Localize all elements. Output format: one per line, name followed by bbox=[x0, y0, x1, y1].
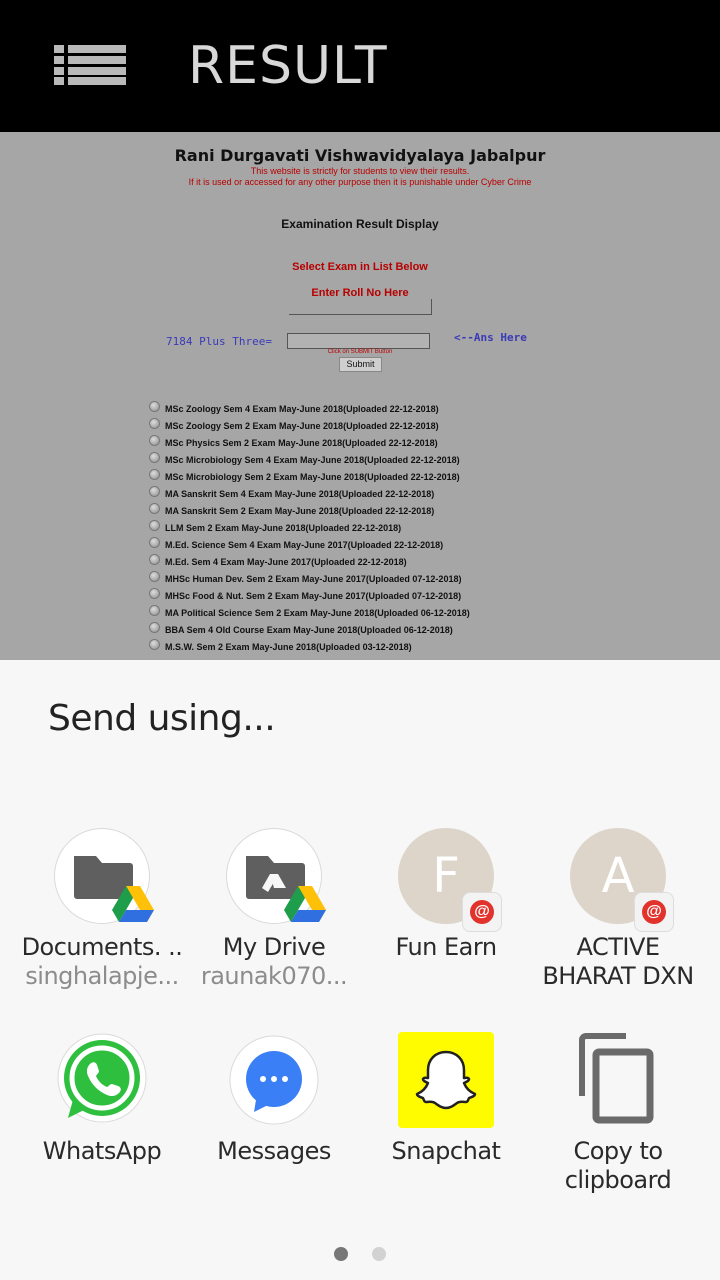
radio-button[interactable] bbox=[149, 639, 160, 650]
share-target-name-line2: BHARAT DXN bbox=[542, 962, 694, 990]
share-sheet-title: Send using... bbox=[48, 698, 276, 739]
exam-option[interactable]: LLM Sem 2 Exam May-June 2018(Uploaded 22… bbox=[149, 519, 549, 536]
exam-option[interactable]: MSc Physics Sem 2 Exam May-June 2018(Upl… bbox=[149, 434, 549, 451]
warning-line-1: This website is strictly for students to… bbox=[250, 166, 470, 176]
exam-option[interactable]: MA Sanskrit Sem 4 Exam May-June 2018(Upl… bbox=[149, 485, 549, 502]
exam-option-label: MSc Zoology Sem 2 Exam May-June 2018(Upl… bbox=[165, 421, 439, 431]
exam-option[interactable]: MSc Zoology Sem 4 Exam May-June 2018(Upl… bbox=[149, 400, 549, 417]
whatsapp-icon bbox=[54, 1032, 150, 1128]
radio-button[interactable] bbox=[149, 622, 160, 633]
share-target-name: ACTIVE bbox=[576, 933, 660, 961]
exam-option-label: MHSc Human Dev. Sem 2 Exam May-June 2017… bbox=[165, 574, 462, 584]
captcha-question: 7184 Plus Three= bbox=[166, 335, 272, 348]
share-target-snapchat[interactable]: Snapchat bbox=[360, 1032, 532, 1172]
page-indicator-active[interactable] bbox=[334, 1247, 348, 1261]
share-target-name: WhatsApp bbox=[42, 1137, 162, 1165]
exam-option-label: MHSc Food & Nut. Sem 2 Exam May-June 201… bbox=[165, 591, 462, 601]
share-target-account: singhalapje... bbox=[25, 962, 179, 990]
warning-line-2: If it is used or accessed for any other … bbox=[188, 177, 532, 187]
exam-option-label: MA Political Science Sem 2 Exam May-June… bbox=[165, 608, 470, 618]
exam-option[interactable]: M.Ed. Sem 4 Exam May-June 2017(Uploaded … bbox=[149, 553, 549, 570]
menu-list-icon[interactable] bbox=[54, 45, 126, 85]
email-badge-icon: @ bbox=[462, 892, 502, 932]
google-drive-folder-icon bbox=[54, 828, 154, 924]
exam-option[interactable]: MSc Microbiology Sem 4 Exam May-June 201… bbox=[149, 451, 549, 468]
google-drive-shared-folder-icon bbox=[226, 828, 326, 924]
radio-button[interactable] bbox=[149, 588, 160, 599]
submit-button[interactable]: Submit bbox=[339, 357, 382, 372]
exam-option[interactable]: MA Political Science Sem 2 Exam May-June… bbox=[149, 604, 549, 621]
share-target-name: Messages bbox=[217, 1137, 331, 1165]
share-target-documents[interactable]: Documents. .. singhalapje... bbox=[16, 828, 188, 998]
exam-option[interactable]: M.Ed. Science Sem 4 Exam May-June 2017(U… bbox=[149, 536, 549, 553]
contact-avatar: F @ bbox=[398, 828, 502, 932]
exam-option-label: M.S.W. Sem 2 Exam May-June 2018(Uploaded… bbox=[165, 642, 412, 652]
exam-option[interactable]: MSc Microbiology Sem 2 Exam May-June 201… bbox=[149, 468, 549, 485]
exam-option[interactable]: MSc Zoology Sem 2 Exam May-June 2018(Upl… bbox=[149, 417, 549, 434]
radio-button[interactable] bbox=[149, 503, 160, 514]
share-target-name-line2: clipboard bbox=[564, 1166, 672, 1194]
radio-button[interactable] bbox=[149, 435, 160, 446]
exam-option-label: LLM Sem 2 Exam May-June 2018(Uploaded 22… bbox=[165, 523, 402, 533]
radio-button[interactable] bbox=[149, 401, 160, 412]
exam-option[interactable]: MHSc Human Dev. Sem 2 Exam May-June 2017… bbox=[149, 570, 549, 587]
radio-button[interactable] bbox=[149, 571, 160, 582]
university-title: Rani Durgavati Vishwavidyalaya Jabalpur bbox=[174, 146, 546, 165]
share-target-messages[interactable]: Messages bbox=[188, 1032, 360, 1172]
exam-option[interactable]: BBA Sem 4 Old Course Exam May-June 2018(… bbox=[149, 621, 549, 638]
exam-option-label: M.Ed. Science Sem 4 Exam May-June 2017(U… bbox=[165, 540, 444, 550]
share-target-whatsapp[interactable]: WhatsApp bbox=[16, 1032, 188, 1172]
share-target-copy-to-clipboard[interactable]: Copy to clipboard bbox=[532, 1032, 704, 1194]
share-target-name: My Drive bbox=[222, 933, 326, 961]
share-target-my-drive[interactable]: My Drive raunak070... bbox=[188, 828, 360, 998]
exam-option[interactable]: M.S.W. Sem 2 Exam May-June 2018(Uploaded… bbox=[149, 638, 549, 655]
share-sheet: Send using... Documents. .. singhalapje.… bbox=[0, 660, 720, 1280]
share-target-fun-earn[interactable]: F @ Fun Earn bbox=[360, 828, 532, 998]
contact-avatar: A @ bbox=[570, 828, 674, 932]
share-target-name: Snapchat bbox=[391, 1137, 501, 1165]
exam-option-label: MSc Microbiology Sem 2 Exam May-June 201… bbox=[165, 472, 460, 482]
radio-button[interactable] bbox=[149, 554, 160, 565]
roll-no-label: Enter Roll No Here bbox=[311, 287, 409, 299]
page-indicator[interactable] bbox=[372, 1247, 386, 1261]
share-target-account: raunak070... bbox=[200, 962, 348, 990]
share-target-name: Copy to bbox=[573, 1137, 663, 1165]
messages-icon bbox=[226, 1032, 322, 1128]
share-target-name: Documents. .. bbox=[21, 933, 183, 961]
exam-option-label: MA Sanskrit Sem 4 Exam May-June 2018(Upl… bbox=[165, 489, 435, 499]
exam-result-heading: Examination Result Display bbox=[281, 217, 439, 231]
copy-icon bbox=[570, 1032, 666, 1128]
radio-button[interactable] bbox=[149, 537, 160, 548]
radio-button[interactable] bbox=[149, 469, 160, 480]
app-bar: RESULT bbox=[0, 0, 720, 132]
exam-option-label: MSc Zoology Sem 4 Exam May-June 2018(Upl… bbox=[165, 404, 439, 414]
page-title: RESULT bbox=[188, 36, 388, 96]
exam-option-label: M.Ed. Sem 4 Exam May-June 2017(Uploaded … bbox=[165, 557, 407, 567]
webview-content: Rani Durgavati Vishwavidyalaya Jabalpur … bbox=[0, 132, 720, 660]
exam-option[interactable]: MA Sanskrit Sem 2 Exam May-June 2018(Upl… bbox=[149, 502, 549, 519]
roll-no-input[interactable] bbox=[289, 299, 432, 315]
exam-option[interactable]: MHSc Food & Nut. Sem 2 Exam May-June 201… bbox=[149, 587, 549, 604]
exam-option-label: BBA Sem 4 Old Course Exam May-June 2018(… bbox=[165, 625, 453, 635]
share-target-name: Fun Earn bbox=[395, 933, 497, 961]
exam-option-label: MSc Physics Sem 2 Exam May-June 2018(Upl… bbox=[165, 438, 438, 448]
radio-button[interactable] bbox=[149, 452, 160, 463]
radio-button[interactable] bbox=[149, 520, 160, 531]
radio-button[interactable] bbox=[149, 418, 160, 429]
share-target-active-bharat-dxn[interactable]: A @ ACTIVE BHARAT DXN bbox=[532, 828, 704, 998]
exam-option-label: MSc Microbiology Sem 4 Exam May-June 201… bbox=[165, 455, 460, 465]
exam-option-label: MA Sanskrit Sem 2 Exam May-June 2018(Upl… bbox=[165, 506, 435, 516]
radio-button[interactable] bbox=[149, 605, 160, 616]
submit-hint: Click on SUBMIT Button bbox=[327, 349, 393, 355]
radio-button[interactable] bbox=[149, 486, 160, 497]
captcha-hint: <--Ans Here bbox=[454, 331, 527, 344]
snapchat-icon bbox=[398, 1032, 494, 1128]
email-badge-icon: @ bbox=[634, 892, 674, 932]
captcha-answer-input[interactable] bbox=[287, 333, 430, 349]
select-exam-label: Select Exam in List Below bbox=[292, 261, 428, 273]
